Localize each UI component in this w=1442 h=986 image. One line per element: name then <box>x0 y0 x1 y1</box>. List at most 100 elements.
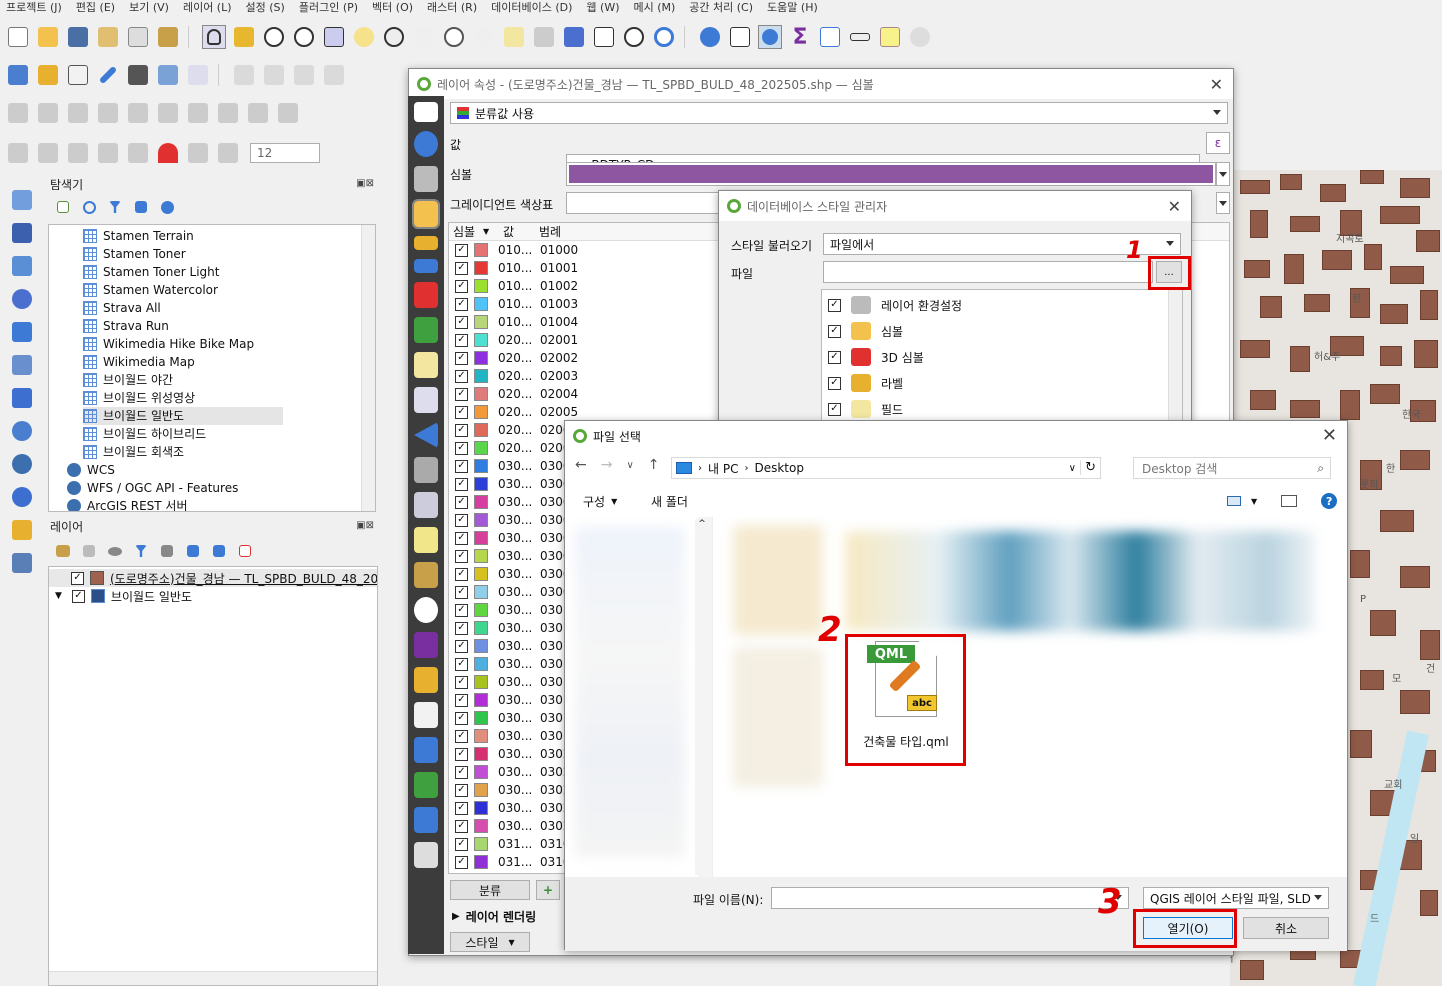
display-icon[interactable] <box>414 527 438 553</box>
category-swatch[interactable] <box>474 495 488 509</box>
category-swatch[interactable] <box>474 585 488 599</box>
category-swatch[interactable] <box>474 243 488 257</box>
digitizing-icon[interactable] <box>414 842 438 868</box>
menu-item[interactable]: 공간 처리 (C) <box>689 0 753 16</box>
select-feature-icon[interactable] <box>6 141 30 165</box>
measure-icon[interactable] <box>848 25 872 49</box>
close-icon[interactable]: ✕ <box>1210 75 1223 94</box>
file-list-scrollbar[interactable]: ^ <box>695 519 709 875</box>
attribute-table-icon[interactable] <box>728 25 752 49</box>
menu-item[interactable]: 편집 (E) <box>76 0 115 16</box>
browser-item[interactable]: Strava All <box>83 299 283 317</box>
browser-item[interactable]: 브이월드 위성영상 <box>83 389 283 407</box>
category-checkbox[interactable]: ✓ <box>455 603 468 617</box>
category-checkbox[interactable]: ✓ <box>455 369 468 383</box>
labels-icon[interactable] <box>414 236 438 250</box>
zoom-in-icon[interactable] <box>262 25 286 49</box>
3d-view-icon[interactable] <box>414 282 438 308</box>
category-checkbox[interactable]: ✓ <box>455 549 468 563</box>
temporal-controller-icon[interactable] <box>592 25 616 49</box>
add-raster-layer-icon[interactable] <box>10 221 34 245</box>
category-checkbox[interactable]: ✓ <box>455 585 468 599</box>
category-checkbox[interactable]: ✓ <box>455 423 468 437</box>
path-segment-pc[interactable]: 내 PC <box>708 460 738 477</box>
help-icon[interactable]: ? <box>1321 493 1338 509</box>
browser-item[interactable]: Stamen Toner <box>83 245 283 263</box>
category-checkbox[interactable]: ✓ <box>455 747 468 761</box>
category-swatch[interactable] <box>474 711 488 725</box>
category-swatch[interactable] <box>474 819 488 833</box>
pan-icon[interactable] <box>202 25 226 49</box>
manage-visibility-icon[interactable] <box>106 542 124 560</box>
browser-item[interactable]: 브이월드 회색조 <box>83 443 283 461</box>
save-project-icon[interactable] <box>66 25 90 49</box>
close-icon[interactable]: ✕ <box>1168 197 1181 216</box>
menu-item[interactable]: 보기 (V) <box>129 0 169 16</box>
add-wfs-icon[interactable] <box>186 63 210 87</box>
reshape-icon[interactable] <box>186 101 210 125</box>
add-table-icon[interactable] <box>10 551 34 575</box>
category-checkbox[interactable]: ✓ <box>455 801 468 815</box>
category-checkbox[interactable]: ✓ <box>455 495 468 509</box>
panel-close-icon[interactable]: ▣⊠ <box>356 520 374 531</box>
category-checkbox[interactable]: ✓ <box>455 351 468 365</box>
category-checkbox[interactable]: ✓ <box>455 297 468 311</box>
expand-all-icon[interactable] <box>184 542 202 560</box>
refresh-icon[interactable] <box>652 25 676 49</box>
symbol-button[interactable] <box>566 162 1216 186</box>
browser-scrollbar[interactable] <box>361 225 375 511</box>
menu-item[interactable]: 래스터 (R) <box>427 0 477 16</box>
add-group-icon[interactable] <box>80 542 98 560</box>
style-manager-icon[interactable] <box>156 25 180 49</box>
browser-item[interactable]: Stamen Watercolor <box>83 281 283 299</box>
browser-item[interactable]: 브이월드 일반도 <box>83 407 283 425</box>
category-row[interactable]: ✓ 020... 02005 <box>449 403 689 421</box>
category-checkbox[interactable]: ✓ <box>455 531 468 545</box>
new-shapefile-icon[interactable] <box>10 188 34 212</box>
browser-item[interactable]: 브이월드 하이브리드 <box>83 425 283 443</box>
add-wms-layer-icon[interactable] <box>10 254 34 278</box>
layer-visibility-checkbox[interactable]: ✓ <box>71 589 85 603</box>
masks-icon[interactable] <box>414 259 438 273</box>
category-swatch[interactable] <box>474 261 488 275</box>
collapse-all-icon[interactable] <box>132 198 150 216</box>
category-swatch[interactable] <box>474 765 488 779</box>
style-category-item[interactable]: ✓ 3D 심볼 <box>828 344 962 370</box>
add-raster-icon[interactable] <box>126 63 150 87</box>
diagrams-icon[interactable] <box>414 317 438 343</box>
filter-expression-icon[interactable] <box>158 542 176 560</box>
temporal-icon[interactable] <box>414 597 438 623</box>
categories-scrollbar[interactable] <box>1168 290 1182 430</box>
category-checkbox[interactable]: ✓ <box>455 837 468 851</box>
snapping-magnet-icon[interactable] <box>156 141 180 165</box>
refresh-icon[interactable]: ↻ <box>1080 460 1096 475</box>
expression-epsilon-button[interactable]: ε <box>1206 132 1230 154</box>
browser-item[interactable]: Wikimedia Hike Bike Map <box>83 335 283 353</box>
information-icon[interactable] <box>414 131 438 157</box>
category-swatch[interactable] <box>474 603 488 617</box>
data-source-manager-icon[interactable] <box>6 63 30 87</box>
open-project-icon[interactable] <box>36 25 60 49</box>
show-bookmarks-icon[interactable] <box>532 25 556 49</box>
category-swatch[interactable] <box>474 333 488 347</box>
browser-item[interactable]: Stamen Terrain <box>83 227 283 245</box>
path-segment-desktop[interactable]: Desktop <box>754 461 804 475</box>
zoom-out-icon[interactable] <box>292 25 316 49</box>
category-checkbox[interactable]: ✓ <box>455 243 468 257</box>
legend-icon[interactable] <box>414 772 438 798</box>
category-swatch[interactable] <box>474 279 488 293</box>
category-swatch[interactable] <box>474 531 488 545</box>
category-swatch[interactable] <box>474 729 488 743</box>
category-swatch[interactable] <box>474 639 488 653</box>
category-swatch[interactable] <box>474 567 488 581</box>
style-category-item[interactable]: ✓ 레이어 환경설정 <box>828 292 962 318</box>
category-checkbox[interactable]: ✓ <box>455 765 468 779</box>
auxiliary-storage-icon[interactable] <box>414 457 438 483</box>
category-checkbox[interactable]: ✓ <box>455 639 468 653</box>
file-type-select[interactable]: QGIS 레이어 스타일 파일, SLD <box>1143 887 1329 909</box>
back-arrow-icon[interactable]: ← <box>575 457 587 473</box>
add-wms-icon[interactable] <box>156 63 180 87</box>
panel-close-icon[interactable]: ▣⊠ <box>356 178 374 189</box>
category-checkbox[interactable]: ✓ <box>455 783 468 797</box>
save-edits-icon[interactable] <box>292 63 316 87</box>
